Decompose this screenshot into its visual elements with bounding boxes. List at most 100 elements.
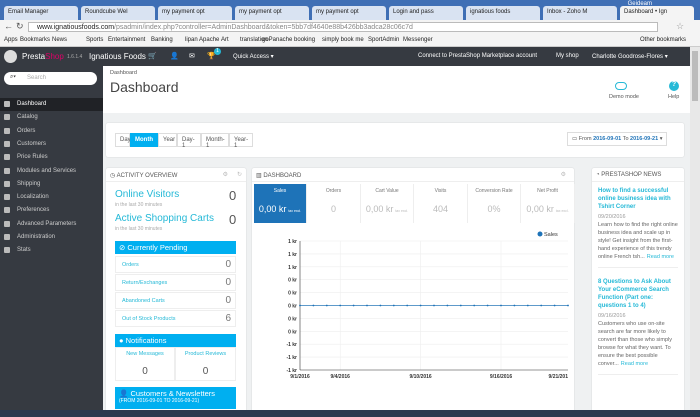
- mail-icon[interactable]: ✉: [189, 52, 195, 60]
- y-tick-label: 0 kr: [288, 304, 297, 310]
- period-month[interactable]: Month: [130, 133, 158, 147]
- period-day[interactable]: Day: [115, 133, 131, 147]
- browser-tab[interactable]: Email Manager: [4, 6, 78, 20]
- browser-tab[interactable]: my payment opt: [235, 6, 309, 20]
- kpi-conversion-rate[interactable]: Conversion Rate 0%: [468, 184, 521, 223]
- customers-title: Customers & Newsletters: [130, 389, 216, 398]
- pending-row[interactable]: Return/Exchanges 0: [115, 274, 236, 291]
- kpi-value-wrap: 0%: [468, 204, 520, 214]
- bookmark-item[interactable]: Art: [221, 37, 229, 43]
- sidebar-item-stats[interactable]: Stats: [0, 244, 103, 257]
- sidebar-item-localization[interactable]: Localization: [0, 191, 103, 204]
- new-messages-box[interactable]: New Messages 0: [115, 347, 175, 381]
- sidebar-icon: [4, 127, 10, 134]
- my-shop-link[interactable]: My shop: [556, 53, 579, 59]
- new-messages-label: New Messages: [126, 351, 164, 357]
- sidebar-icon: [4, 101, 10, 107]
- period-month-1[interactable]: Month-1: [201, 133, 229, 149]
- back-icon[interactable]: ←: [4, 21, 13, 31]
- bookmark-item[interactable]: Sports: [86, 37, 103, 43]
- reload-icon[interactable]: ↻: [16, 21, 24, 32]
- period-year-1[interactable]: Year-1: [229, 133, 253, 149]
- bookmark-item[interactable]: Other bookmarks: [640, 37, 686, 43]
- bookmark-item[interactable]: goPanache booking: [262, 37, 315, 43]
- bookmark-item[interactable]: Banking: [151, 37, 173, 43]
- period-day-1[interactable]: Day-1: [177, 133, 201, 149]
- clock-icon: ◷: [110, 173, 116, 179]
- browser-tab[interactable]: ignatious foods: [466, 6, 540, 20]
- bookmark-item[interactable]: SportAdmin: [368, 37, 399, 43]
- news-item: 8 Questions to Ask About Your eCommerce …: [598, 278, 678, 375]
- sidebar-item-modules-and-services[interactable]: Modules and Services: [0, 165, 103, 178]
- bookmark-item[interactable]: lipan Apache: [185, 37, 219, 43]
- sidebar-item-advanced-parameters[interactable]: Advanced Parameters: [0, 218, 103, 231]
- bookmark-item[interactable]: Apps: [4, 37, 18, 43]
- bookmark-item[interactable]: Messenger: [403, 37, 433, 43]
- sidebar-item-price-rules[interactable]: Price Rules: [0, 151, 103, 164]
- sidebar-item-catalog[interactable]: Catalog: [0, 111, 103, 124]
- notifications-title: Notifications: [125, 336, 167, 345]
- news-title-link[interactable]: How to find a successful online business…: [598, 187, 678, 211]
- active-carts-label[interactable]: Active Shopping Carts: [115, 213, 214, 224]
- refresh-icon[interactable]: ↻: [237, 171, 242, 178]
- pending-label: Orders: [122, 262, 139, 268]
- browser-tab[interactable]: Dashboard • Ign: [620, 6, 694, 20]
- bookmark-item[interactable]: simply book me: [322, 37, 364, 43]
- user-menu[interactable]: Charlotte Goodrose-Flores ▾: [592, 53, 668, 60]
- browser-tab[interactable]: Roundcube Wel: [81, 6, 155, 20]
- bookmark-item[interactable]: Bookmarks: [20, 37, 50, 43]
- quick-access-menu[interactable]: Quick Access ▾: [233, 53, 274, 60]
- help-icon[interactable]: ?: [669, 81, 679, 91]
- sidebar-item-label: Customers: [17, 140, 47, 147]
- browser-tab[interactable]: Login and pass: [389, 6, 463, 20]
- search-input[interactable]: ⌕▾ Search: [4, 72, 97, 85]
- kpi-net-profit[interactable]: Net Profit 0,00 kr tax excl.: [522, 184, 575, 223]
- sidebar-item-orders[interactable]: Orders: [0, 125, 103, 138]
- browser-tab[interactable]: my payment opt: [158, 6, 232, 20]
- url-input[interactable]: www.ignatiousfoods.com/psadmin/index.php…: [28, 22, 658, 32]
- bookmark-item[interactable]: Entertainment: [108, 37, 145, 43]
- cart-icon[interactable]: 🛒: [148, 52, 157, 60]
- page-scrollbar[interactable]: [690, 47, 700, 410]
- pending-value: 0: [225, 259, 231, 270]
- browser-tab[interactable]: Inbox - Zoho M: [543, 6, 617, 20]
- sidebar-item-dashboard[interactable]: Dashboard: [0, 98, 103, 111]
- star-icon[interactable]: ☆: [676, 21, 684, 32]
- kpi-orders[interactable]: Orders 0: [308, 184, 361, 223]
- currently-pending-header: ⊘ Currently Pending: [115, 241, 236, 254]
- sidebar-item-administration[interactable]: Administration: [0, 231, 103, 244]
- sidebar-item-preferences[interactable]: Preferences: [0, 204, 103, 217]
- period-year[interactable]: Year: [158, 133, 177, 147]
- help-label[interactable]: Help: [668, 94, 679, 100]
- kpi-value-wrap: 0,00 kr tax excl.: [522, 204, 574, 214]
- breadcrumb[interactable]: Dashboard: [110, 70, 137, 76]
- kpi-label: Visits: [434, 188, 447, 194]
- shop-name[interactable]: Ignatious Foods: [89, 52, 146, 61]
- demo-mode-toggle-icon[interactable]: [615, 82, 627, 90]
- demo-mode-label[interactable]: Demo mode: [609, 94, 639, 100]
- sidebar-item-shipping[interactable]: Shipping: [0, 178, 103, 191]
- pending-row[interactable]: Out of Stock Products 6: [115, 310, 236, 327]
- read-more-link[interactable]: Read more: [647, 254, 674, 260]
- kpi-cart-value[interactable]: Cart Value 0,00 kr tax excl.: [361, 184, 414, 223]
- kpi-visits[interactable]: Visits 404: [415, 184, 468, 223]
- settings-icon[interactable]: ⚙: [223, 171, 228, 178]
- product-reviews-box[interactable]: Product Reviews 0: [175, 347, 236, 381]
- user-icon[interactable]: 👤: [170, 52, 179, 60]
- y-tick-label: -1 kr: [286, 342, 297, 348]
- date-range-picker[interactable]: ▭ From 2016-09-01 To 2016-09-21 ▾: [567, 132, 668, 146]
- online-visitors-label[interactable]: Online Visitors: [115, 189, 179, 200]
- sidebar-item-customers[interactable]: Customers: [0, 138, 103, 151]
- data-point: [299, 304, 301, 307]
- sidebar-item-label: Dashboard: [17, 101, 47, 107]
- pending-row[interactable]: Orders 0: [115, 256, 236, 273]
- pending-row[interactable]: Abandoned Carts 0: [115, 292, 236, 309]
- kpi-sales[interactable]: Sales 0,00 kr tax excl.: [254, 184, 307, 223]
- to-date: 2016-09-21: [630, 136, 659, 142]
- news-title-link[interactable]: 8 Questions to Ask About Your eCommerce …: [598, 278, 678, 310]
- bookmark-item[interactable]: News: [52, 37, 67, 43]
- read-more-link[interactable]: Read more: [621, 361, 648, 367]
- browser-tab[interactable]: my payment opt: [312, 6, 386, 20]
- settings-icon[interactable]: ⚙: [561, 171, 566, 178]
- marketplace-connect-link[interactable]: Connect to PrestaShop Marketplace accoun…: [418, 53, 537, 59]
